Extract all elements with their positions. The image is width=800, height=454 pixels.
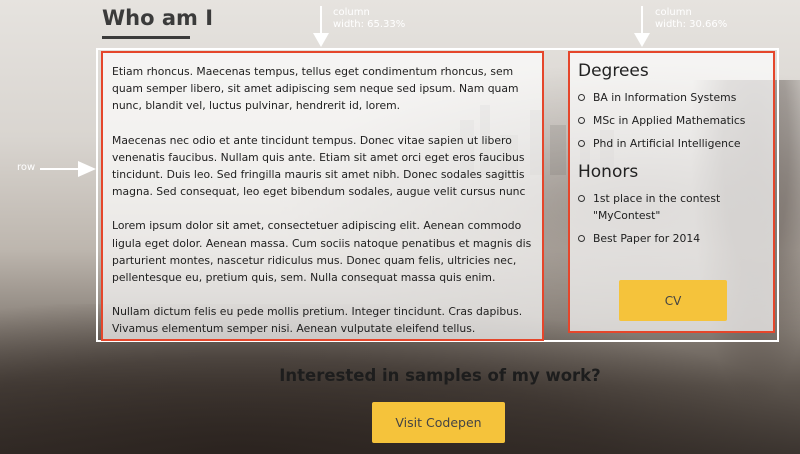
degrees-list: BA in Information Systems MSc in Applied… — [578, 89, 765, 152]
circle-bullet-icon — [578, 195, 585, 202]
column-annotation-side-label: column — [655, 7, 692, 18]
column-arrow-main-line — [320, 6, 322, 34]
bio-paragraph-1: Etiam rhoncus. Maecenas tempus, tellus e… — [112, 65, 519, 113]
visit-codepen-button[interactable]: Visit Codepen — [372, 402, 505, 443]
circle-bullet-icon — [578, 235, 585, 242]
column-annotation-side-width: width: 30.66% — [655, 19, 728, 30]
column-annotation-main: column width: 65.33% — [333, 7, 405, 31]
column-arrow-side-icon — [634, 33, 650, 47]
column-annotation-side: column width: 30.66% — [655, 7, 727, 31]
row-arrow-line — [40, 168, 80, 170]
circle-bullet-icon — [578, 94, 585, 101]
row-arrow-icon — [78, 161, 96, 177]
column-annotation-main-width: width: 65.33% — [333, 19, 406, 30]
degree-label: BA in Information Systems — [593, 91, 737, 104]
honor-label: Best Paper for 2014 — [593, 232, 701, 245]
title-underline — [102, 36, 190, 39]
list-item: 1st place in the contest "MyContest" — [578, 190, 765, 224]
page-title: Who am I — [102, 6, 214, 30]
degrees-heading: Degrees — [578, 61, 649, 81]
credentials-column: Degrees BA in Information Systems MSc in… — [568, 51, 775, 333]
row-annotation-label: row — [17, 162, 36, 173]
bio-paragraph-2: Maecenas nec odio et ante tincidunt temp… — [112, 133, 526, 199]
cv-button[interactable]: CV — [619, 280, 727, 321]
list-item: Phd in Artificial Intelligence — [578, 135, 765, 152]
list-item: MSc in Applied Mathematics — [578, 112, 765, 129]
degree-label: MSc in Applied Mathematics — [593, 114, 746, 127]
circle-bullet-icon — [578, 140, 585, 147]
work-samples-prompt: Interested in samples of my work? — [279, 366, 601, 385]
list-item: BA in Information Systems — [578, 89, 765, 106]
bio-paragraph-3: Lorem ipsum dolor sit amet, consectetuer… — [112, 219, 532, 285]
degree-label: Phd in Artificial Intelligence — [593, 137, 741, 150]
column-annotation-main-label: column — [333, 7, 370, 18]
column-arrow-side-line — [641, 6, 643, 34]
column-arrow-main-icon — [313, 33, 329, 47]
honors-list: 1st place in the contest "MyContest" Bes… — [578, 190, 765, 247]
honors-heading: Honors — [578, 162, 639, 182]
bio-paragraph-4: Nullam dictum felis eu pede mollis preti… — [112, 305, 523, 336]
list-item: Best Paper for 2014 — [578, 230, 765, 247]
honor-label: 1st place in the contest "MyContest" — [593, 192, 721, 222]
circle-bullet-icon — [578, 117, 585, 124]
bio-column: Etiam rhoncus. Maecenas tempus, tellus e… — [101, 51, 544, 341]
